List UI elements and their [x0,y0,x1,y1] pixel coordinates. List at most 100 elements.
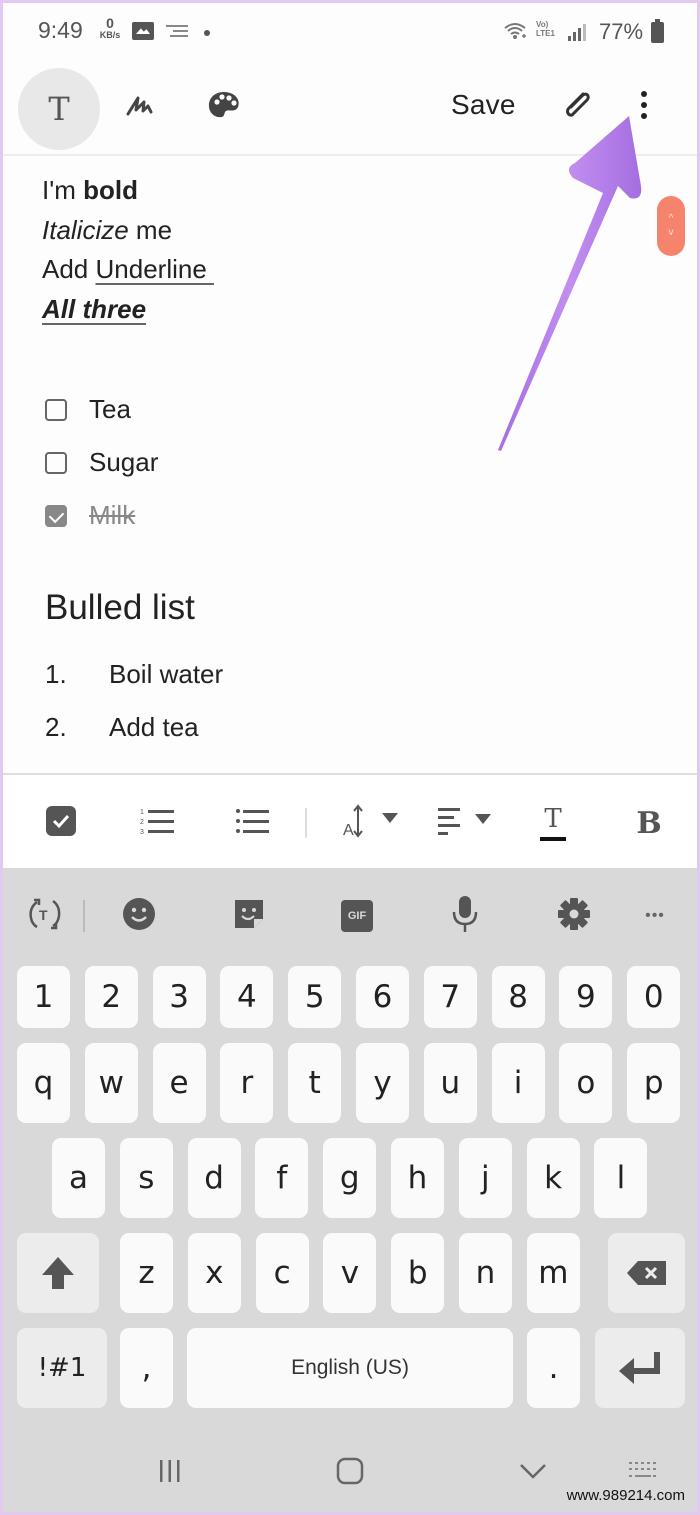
key-a[interactable]: a [52,1138,105,1218]
checklist-item[interactable]: Milk [45,489,158,542]
bold-button[interactable]: B [631,803,667,843]
network-speed-value: 0 [106,15,114,31]
recents-icon [157,1458,183,1489]
key-label: 3 [169,979,189,1015]
align-button[interactable] [435,803,499,843]
key-s[interactable]: s [119,1138,173,1218]
key-c[interactable]: c [255,1233,309,1313]
key-1[interactable]: 1 [17,966,70,1028]
emoji-button[interactable] [119,896,159,936]
numbered-list-button[interactable]: 1 2 3 [138,803,178,843]
key-q[interactable]: q [17,1043,70,1123]
bullet-list-button[interactable] [233,803,273,843]
key-label: a [69,1160,88,1196]
numbered-list-item[interactable]: 2. Add tea [45,701,223,754]
key-d[interactable]: d [187,1138,241,1218]
more-options-button[interactable] [624,87,664,127]
backspace-key[interactable] [608,1233,685,1313]
bullet-list-icon [235,806,271,841]
signal-icon [568,23,586,41]
key-label: d [204,1160,224,1196]
home-button[interactable] [333,1453,367,1493]
home-icon [336,1457,364,1490]
gif-button[interactable]: GIF [337,896,377,936]
key-7[interactable]: 7 [423,966,477,1028]
key-z[interactable]: z [120,1233,173,1313]
key-f[interactable]: f [255,1138,309,1218]
key-i[interactable]: i [491,1043,545,1123]
enter-key[interactable] [595,1328,685,1408]
text-mode-button[interactable]: T [18,68,100,150]
key-label: r [240,1065,254,1101]
keyboard-toolbar-divider [83,900,85,932]
handwriting-button[interactable] [121,87,161,127]
key-x[interactable]: x [187,1233,241,1313]
save-button[interactable]: Save [451,89,516,121]
key-4[interactable]: 4 [220,966,274,1028]
text-line-bold[interactable]: I'm bold [42,171,642,211]
key-k[interactable]: k [526,1138,580,1218]
key-6[interactable]: 6 [356,966,409,1028]
key-l[interactable]: l [594,1138,648,1218]
space-key[interactable]: English (US) [187,1328,513,1408]
keyboard-more-button[interactable]: ••• [635,896,675,936]
key-u[interactable]: u [423,1043,477,1123]
key-8[interactable]: 8 [491,966,545,1028]
key-9[interactable]: 9 [559,966,613,1028]
symbols-key[interactable]: !#1 [17,1328,107,1408]
text-line-all-three[interactable]: All three [42,290,642,330]
key-label: 1 [33,979,54,1015]
key-2[interactable]: 2 [84,966,138,1028]
text-line-underline[interactable]: Add Underline [42,250,642,290]
numbered-list-item[interactable]: 1. Boil water [45,648,223,701]
scroll-handle[interactable]: ^ v [657,196,685,256]
key-e[interactable]: e [152,1043,206,1123]
keyboard-settings-button[interactable] [554,896,594,936]
svg-text:T: T [39,907,48,923]
checkbox-checked[interactable] [45,504,67,527]
align-icon [436,806,498,841]
key-j[interactable]: j [458,1138,512,1218]
key-5[interactable]: 5 [288,966,342,1028]
comma-key[interactable]: , [120,1328,173,1408]
checklist-item[interactable]: Tea [45,383,158,436]
voice-input-button[interactable] [445,895,485,936]
key-label: o [576,1065,596,1101]
key-v[interactable]: v [323,1233,377,1313]
toolbar-divider [3,154,697,156]
key-b[interactable]: b [391,1233,445,1313]
translate-button[interactable]: T [25,896,65,936]
font-size-button[interactable]: A [340,803,404,843]
chevron-down-icon: v [668,227,674,238]
underline-text: Underline [95,254,215,284]
period-key[interactable]: . [527,1328,580,1408]
key-h[interactable]: h [391,1138,444,1218]
key-label: 8 [508,979,528,1015]
note-editor[interactable]: I'm bold Italicize me Add Underline All … [42,171,642,329]
text-line-italic[interactable]: Italicize me [42,211,642,251]
recents-button[interactable] [153,1453,187,1493]
attach-button[interactable] [558,87,598,127]
text-color-button[interactable]: T [535,803,571,843]
phone-screen: 9:49 0 KB/s Vo) LTE1 77% T Save I'm bold… [3,3,697,1512]
key-r[interactable]: r [220,1043,274,1123]
key-g[interactable]: g [323,1138,377,1218]
key-m[interactable]: m [526,1233,580,1313]
checklist-item[interactable]: Sugar [45,436,158,489]
key-o[interactable]: o [559,1043,613,1123]
key-n[interactable]: n [459,1233,512,1313]
key-label: v [340,1255,360,1291]
checkbox-button[interactable] [43,803,79,843]
shift-key[interactable] [17,1233,99,1313]
back-button[interactable] [516,1453,550,1493]
checkbox[interactable] [45,398,67,421]
sticker-button[interactable] [229,896,269,936]
palette-button[interactable] [204,87,244,127]
key-y[interactable]: y [356,1043,409,1123]
key-w[interactable]: w [84,1043,138,1123]
checkbox[interactable] [45,451,67,474]
key-3[interactable]: 3 [152,966,206,1028]
key-p[interactable]: p [627,1043,681,1123]
key-t[interactable]: t [288,1043,342,1123]
key-0[interactable]: 0 [627,966,681,1028]
